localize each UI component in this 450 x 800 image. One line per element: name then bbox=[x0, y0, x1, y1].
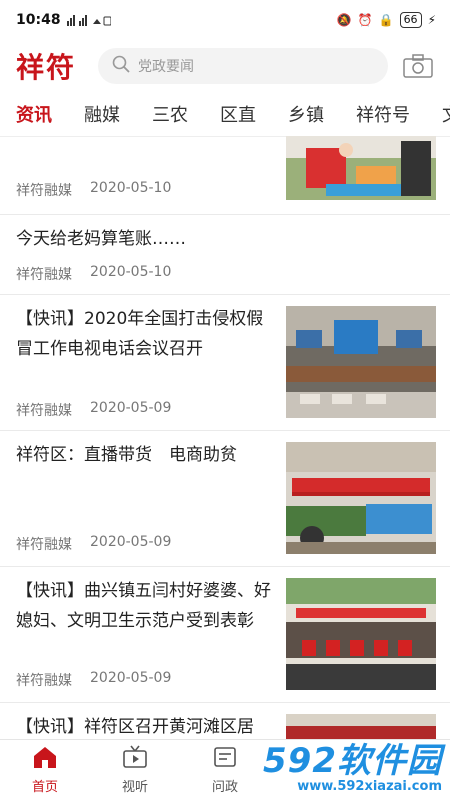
news-title: 今天给老妈算笔账…… bbox=[16, 229, 186, 249]
list-item[interactable]: 祥符融媒 2020-05-10 bbox=[0, 136, 450, 215]
list-item[interactable]: 今天给老妈算笔账…… 祥符融媒 2020-05-10 bbox=[0, 214, 450, 295]
news-title: 【快讯】曲兴镇五闫村好婆婆、好媳妇、文明卫生示范户受到表彰 bbox=[16, 581, 271, 631]
tab-culture[interactable]: 文化 bbox=[426, 101, 450, 127]
watermark-title: 592软件园 bbox=[263, 741, 442, 781]
app-header: 祥符 党政要闻 bbox=[0, 40, 450, 92]
inquiry-icon bbox=[212, 745, 238, 773]
lock-icon: 🔒 bbox=[378, 13, 394, 27]
news-feed: 祥符融媒 2020-05-10 今天给老妈算笔账…… 祥符融媒 2020-05-… bbox=[0, 136, 450, 740]
search-icon bbox=[112, 55, 130, 77]
news-date: 2020-05-10 bbox=[90, 180, 172, 196]
news-thumbnail bbox=[286, 442, 436, 554]
nav-video[interactable]: 视听 bbox=[90, 740, 180, 800]
news-title: 【快讯】祥符区召开黄河滩区居 bbox=[16, 717, 254, 737]
nav-inquiry[interactable]: 问政 bbox=[180, 740, 270, 800]
charging-icon: ⚡ bbox=[427, 13, 436, 27]
news-meta: 祥符融媒 2020-05-09 bbox=[16, 400, 171, 420]
news-meta: 祥符融媒 2020-05-09 bbox=[16, 670, 171, 690]
status-left: 10:48 bbox=[16, 12, 111, 28]
tab-xiangfu-accounts[interactable]: 祥符号 bbox=[340, 101, 426, 127]
status-time: 10:48 bbox=[16, 12, 61, 28]
battery-level: 66 bbox=[399, 12, 422, 28]
tab-agriculture[interactable]: 三农 bbox=[136, 101, 204, 127]
news-thumbnail bbox=[286, 306, 436, 418]
news-date: 2020-05-09 bbox=[90, 400, 172, 416]
search-placeholder: 党政要闻 bbox=[138, 59, 194, 75]
home-icon bbox=[32, 745, 58, 773]
site-watermark: 592软件园 www.592xiazai.com bbox=[263, 743, 442, 794]
tv-icon bbox=[122, 745, 148, 773]
status-right: 🔕 ⏰ 🔒 66 ⚡ bbox=[337, 12, 436, 28]
mute-icon: 🔕 bbox=[336, 13, 352, 27]
tab-towns[interactable]: 乡镇 bbox=[272, 101, 340, 127]
list-item[interactable]: 【快讯】2020年全国打击侵权假冒工作电视电话会议召开 祥符融媒 2020-05… bbox=[0, 294, 450, 431]
news-meta: 祥符融媒 2020-05-10 bbox=[16, 264, 171, 284]
tab-media[interactable]: 融媒 bbox=[68, 101, 136, 127]
search-input[interactable]: 党政要闻 bbox=[98, 48, 388, 84]
alarm-icon: ⏰ bbox=[357, 13, 373, 27]
status-bar: 10:48 🔕 ⏰ 🔒 66 ⚡ bbox=[0, 0, 450, 40]
news-title: 【快讯】2020年全国打击侵权假冒工作电视电话会议召开 bbox=[16, 309, 264, 359]
news-source: 祥符融媒 bbox=[16, 537, 72, 553]
news-meta: 祥符融媒 2020-05-09 bbox=[16, 534, 171, 554]
news-date: 2020-05-09 bbox=[90, 534, 172, 550]
news-thumbnail bbox=[286, 136, 436, 200]
news-title: 祥符区：直播带货 电商助贫 bbox=[16, 445, 237, 465]
news-date: 2020-05-10 bbox=[90, 264, 172, 280]
camera-icon[interactable] bbox=[402, 53, 434, 79]
list-item[interactable]: 【快讯】曲兴镇五闫村好婆婆、好媳妇、文明卫生示范户受到表彰 祥符融媒 2020-… bbox=[0, 566, 450, 703]
nav-inquiry-label: 问政 bbox=[211, 780, 238, 795]
news-thumbnail bbox=[286, 714, 436, 740]
watermark-url: www.592xiazai.com bbox=[297, 779, 442, 794]
tab-news[interactable]: 资讯 bbox=[0, 101, 68, 127]
nav-video-label: 视听 bbox=[121, 780, 148, 795]
list-item[interactable]: 【快讯】祥符区召开黄河滩区居 bbox=[0, 702, 450, 740]
news-thumbnail bbox=[286, 578, 436, 690]
news-date: 2020-05-09 bbox=[90, 670, 172, 686]
signal-icon bbox=[66, 14, 111, 26]
tab-district[interactable]: 区直 bbox=[204, 101, 272, 127]
news-source: 祥符融媒 bbox=[16, 183, 72, 199]
category-tabs: 资讯 融媒 三农 区直 乡镇 祥符号 文化 bbox=[0, 92, 450, 137]
news-source: 祥符融媒 bbox=[16, 673, 72, 689]
nav-home-label: 首页 bbox=[31, 780, 58, 795]
nav-home[interactable]: 首页 bbox=[0, 740, 90, 800]
news-source: 祥符融媒 bbox=[16, 403, 72, 419]
news-meta: 祥符融媒 2020-05-10 bbox=[16, 180, 171, 200]
app-logo: 祥符 bbox=[16, 51, 77, 84]
news-source: 祥符融媒 bbox=[16, 267, 72, 283]
list-item[interactable]: 祥符区：直播带货 电商助贫 祥符融媒 2020-05-09 bbox=[0, 430, 450, 567]
